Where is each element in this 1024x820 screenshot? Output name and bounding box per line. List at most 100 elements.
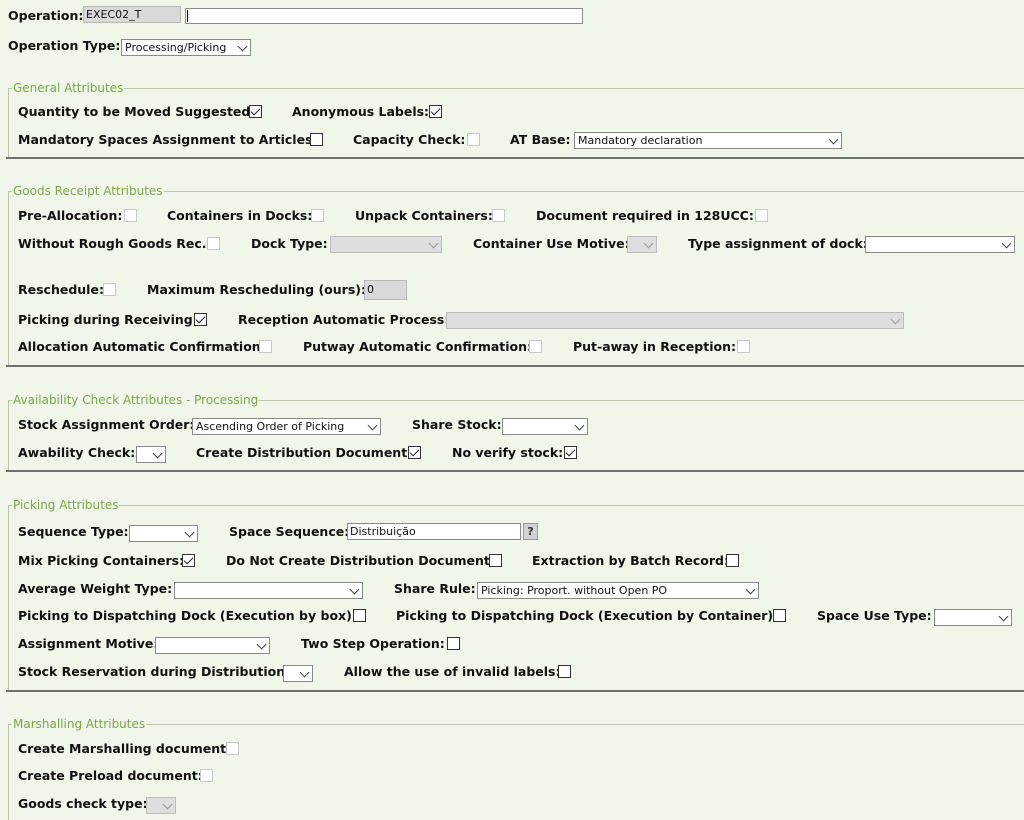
unpack-containers-label: Unpack Containers: xyxy=(355,208,493,223)
no-verify-stock-checkbox[interactable] xyxy=(564,446,577,459)
general-attributes-left-border xyxy=(8,88,9,158)
picking-dock-box-checkbox[interactable] xyxy=(353,609,366,622)
extraction-batch-checkbox[interactable] xyxy=(726,554,739,567)
chevron-down-icon xyxy=(256,639,267,650)
no-create-distribution-label: Do Not Create Distribution Document: xyxy=(226,553,495,568)
space-sequence-field[interactable]: Distribuição xyxy=(347,523,521,540)
assignment-motive-label: Assignment Motive: xyxy=(18,636,159,651)
picking-dock-container-label: Picking to Dispatching Dock (Execution b… xyxy=(396,608,779,623)
putway-auto-confirm-checkbox[interactable] xyxy=(529,340,542,353)
allocation-auto-confirm-checkbox[interactable] xyxy=(259,340,272,353)
pre-allocation-checkbox[interactable] xyxy=(124,209,137,222)
sequence-type-label: Sequence Type: xyxy=(18,524,129,539)
document-128ucc-checkbox[interactable] xyxy=(755,209,768,222)
chevron-down-icon xyxy=(184,527,195,538)
awability-check-select[interactable] xyxy=(136,446,166,463)
no-create-distribution-checkbox[interactable] xyxy=(489,554,502,567)
invalid-labels-label: Allow the use of invalid labels: xyxy=(344,664,561,679)
at-base-label: AT Base: xyxy=(510,132,571,147)
create-preload-label: Create Preload document: xyxy=(18,768,203,783)
goods-receipt-bottom-border xyxy=(6,365,1024,367)
picking-during-receiving-checkbox[interactable] xyxy=(194,313,207,326)
capacity-check-label: Capacity Check: xyxy=(353,132,466,147)
space-sequence-help-button[interactable]: ? xyxy=(523,523,538,540)
chevron-down-icon xyxy=(643,238,654,249)
mandatory-spaces-checkbox[interactable] xyxy=(310,133,323,146)
operation-label: Operation: xyxy=(8,8,84,23)
assignment-motive-select[interactable] xyxy=(155,637,270,654)
space-use-type-select[interactable] xyxy=(934,609,1012,626)
reschedule-checkbox[interactable] xyxy=(103,283,116,296)
stock-reservation-select[interactable] xyxy=(283,665,313,682)
no-verify-stock-label: No verify stock: xyxy=(452,445,564,460)
chevron-down-icon xyxy=(890,314,901,325)
goods-check-type-select[interactable] xyxy=(146,797,176,814)
stock-assignment-order-select[interactable]: Ascending Order of Picking xyxy=(192,418,381,435)
picking-top-border xyxy=(8,505,1024,506)
marshalling-legend: Marshalling Attributes xyxy=(12,717,147,731)
containers-in-docks-checkbox[interactable] xyxy=(311,209,324,222)
stock-assignment-order-label: Stock Assignment Order: xyxy=(18,417,195,432)
reception-automatic-label: Reception Automatic Process: xyxy=(238,312,450,327)
max-rescheduling-field[interactable]: 0 xyxy=(364,280,407,300)
general-attributes-bottom-border xyxy=(6,157,1024,159)
reception-automatic-select[interactable] xyxy=(446,312,904,329)
mix-picking-containers-label: Mix Picking Containers: xyxy=(18,553,185,568)
putaway-reception-label: Put-away in Reception: xyxy=(573,339,736,354)
pre-allocation-label: Pre-Allocation: xyxy=(18,208,123,223)
picking-left-border xyxy=(8,505,9,690)
type-assignment-dock-select[interactable] xyxy=(865,236,1015,253)
qty-moved-checkbox[interactable] xyxy=(249,105,262,118)
max-rescheduling-label: Maximum Rescheduling (ours): xyxy=(147,282,366,297)
sequence-type-select[interactable] xyxy=(129,525,198,542)
operation-code-field[interactable]: EXEC02_T xyxy=(83,6,181,23)
operation-type-select[interactable]: Processing/Picking xyxy=(121,39,251,56)
goods-check-type-label: Goods check type: xyxy=(18,796,148,811)
chevron-down-icon xyxy=(574,420,585,431)
document-128ucc-label: Document required in 128UCC: xyxy=(536,208,754,223)
marshalling-left-border xyxy=(8,724,9,820)
availability-legend: Availability Check Attributes - Processi… xyxy=(12,393,260,407)
picking-dock-box-label: Picking to Dispatching Dock (Execution b… xyxy=(18,608,357,623)
dock-type-select[interactable] xyxy=(330,236,442,253)
invalid-labels-checkbox[interactable] xyxy=(558,665,571,678)
create-preload-checkbox[interactable] xyxy=(200,769,213,782)
availability-bottom-border xyxy=(6,470,1024,472)
chevron-down-icon xyxy=(299,667,310,678)
chevron-down-icon xyxy=(162,799,173,810)
anonymous-labels-label: Anonymous Labels: xyxy=(292,104,430,119)
mix-picking-containers-checkbox[interactable] xyxy=(182,554,195,567)
chevron-down-icon xyxy=(152,448,163,459)
share-rule-select[interactable]: Picking: Proport. without Open PO xyxy=(477,582,759,599)
unpack-containers-checkbox[interactable] xyxy=(492,209,505,222)
container-use-motive-select[interactable] xyxy=(627,236,657,253)
anonymous-labels-checkbox[interactable] xyxy=(429,105,442,118)
putaway-reception-checkbox[interactable] xyxy=(737,340,750,353)
general-attributes-legend: General Attributes xyxy=(12,81,125,95)
picking-dock-container-checkbox[interactable] xyxy=(773,609,786,622)
stock-assignment-order-value: Ascending Order of Picking xyxy=(196,420,345,433)
average-weight-type-label: Average Weight Type: xyxy=(18,581,173,596)
text-cursor xyxy=(187,10,188,22)
average-weight-type-select[interactable] xyxy=(174,582,363,599)
containers-in-docks-label: Containers in Docks: xyxy=(167,208,313,223)
dock-type-label: Dock Type: xyxy=(251,236,328,251)
operation-description-field[interactable] xyxy=(185,8,583,24)
awability-check-label: Awability Check: xyxy=(18,445,136,460)
without-rough-goods-checkbox[interactable] xyxy=(207,237,220,250)
capacity-check-checkbox[interactable] xyxy=(467,133,480,146)
qty-moved-label: Quantity to be Moved Suggested: xyxy=(18,104,256,119)
share-stock-select[interactable] xyxy=(502,418,588,435)
stock-reservation-label: Stock Reservation during Distribution: xyxy=(18,664,291,679)
create-distribution-checkbox[interactable] xyxy=(408,446,421,459)
chevron-down-icon xyxy=(367,420,378,431)
create-marshalling-checkbox[interactable] xyxy=(226,742,239,755)
create-distribution-label: Create Distribution Document: xyxy=(196,445,413,460)
extraction-batch-label: Extraction by Batch Record: xyxy=(532,553,729,568)
share-rule-label: Share Rule: xyxy=(394,581,476,596)
at-base-select[interactable]: Mandatory declaration xyxy=(574,132,842,149)
chevron-down-icon xyxy=(745,584,756,595)
general-attributes-top-border xyxy=(8,88,1024,89)
chevron-down-icon xyxy=(828,134,839,145)
two-step-operation-checkbox[interactable] xyxy=(447,637,460,650)
